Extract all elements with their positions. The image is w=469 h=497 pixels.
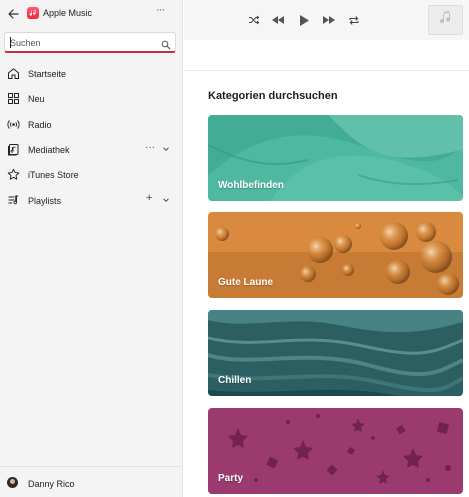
sidebar-item-mediathek[interactable]: Mediathek ··· [0,139,183,161]
category-label: Party [218,473,244,484]
sidebar-item-radio[interactable]: Radio [0,114,183,136]
sidebar-item-itunes-store[interactable]: iTunes Store [0,164,183,186]
more-options-icon[interactable]: ··· [145,142,155,153]
sidebar-item-label: Startseite [28,69,67,79]
user-name: Danny Rico [28,479,75,489]
sidebar-item-neu[interactable]: Neu [0,88,183,110]
category-label: Chillen [218,375,252,386]
search-box[interactable] [4,32,176,53]
sidebar-item-label: iTunes Store [28,170,79,180]
sidebar-item-label: Playlists [28,196,62,206]
sidebar-item-label: Mediathek [28,145,70,155]
library-icon [7,143,20,156]
user-account-row[interactable]: Danny Rico [0,466,183,497]
grid-icon [7,92,20,105]
category-card-chillen[interactable]: Chillen [208,310,463,396]
sidebar: Apple Music ··· Startseite Neu Radio M [0,0,183,497]
search-icon[interactable] [161,37,171,50]
chevron-down-icon[interactable] [162,196,170,207]
avatar [7,477,18,488]
section-title: Kategorien durchsuchen [208,90,338,102]
shuffle-icon[interactable] [247,13,261,27]
sidebar-item-playlists[interactable]: Playlists + [0,190,183,212]
title-bar: Apple Music ··· [0,0,183,28]
more-options-icon[interactable]: ··· [156,4,165,16]
sidebar-item-label: Radio [28,120,52,130]
previous-icon[interactable] [270,13,286,27]
category-artwork [208,408,463,494]
add-playlist-button[interactable]: + [146,192,152,204]
now-playing-artwork[interactable] [428,5,463,35]
next-icon[interactable] [321,13,337,27]
category-label: Gute Laune [218,277,274,288]
main-content: Kategorien durchsuchen Wohlbefinden Gute… [184,0,469,497]
sidebar-item-startseite[interactable]: Startseite [0,63,183,85]
chevron-down-icon[interactable] [162,145,170,156]
category-card-party[interactable]: Party [208,408,463,494]
radio-icon [7,118,20,131]
header-divider [184,70,469,71]
play-icon[interactable] [297,13,311,27]
category-card-wohlbefinden[interactable]: Wohlbefinden [208,115,463,201]
search-input[interactable] [10,36,150,49]
app-title: Apple Music [43,8,93,18]
back-arrow-icon[interactable] [6,7,20,21]
sidebar-item-label: Neu [28,94,45,104]
music-note-icon [439,10,453,31]
player-bar [184,0,469,40]
star-icon [7,168,20,181]
home-icon [7,67,20,80]
apple-music-logo-icon [27,7,39,19]
text-caret [10,37,11,48]
repeat-icon[interactable] [347,13,361,27]
category-card-gute-laune[interactable]: Gute Laune [208,212,463,298]
category-label: Wohlbefinden [218,180,284,191]
playlist-icon [7,194,20,207]
